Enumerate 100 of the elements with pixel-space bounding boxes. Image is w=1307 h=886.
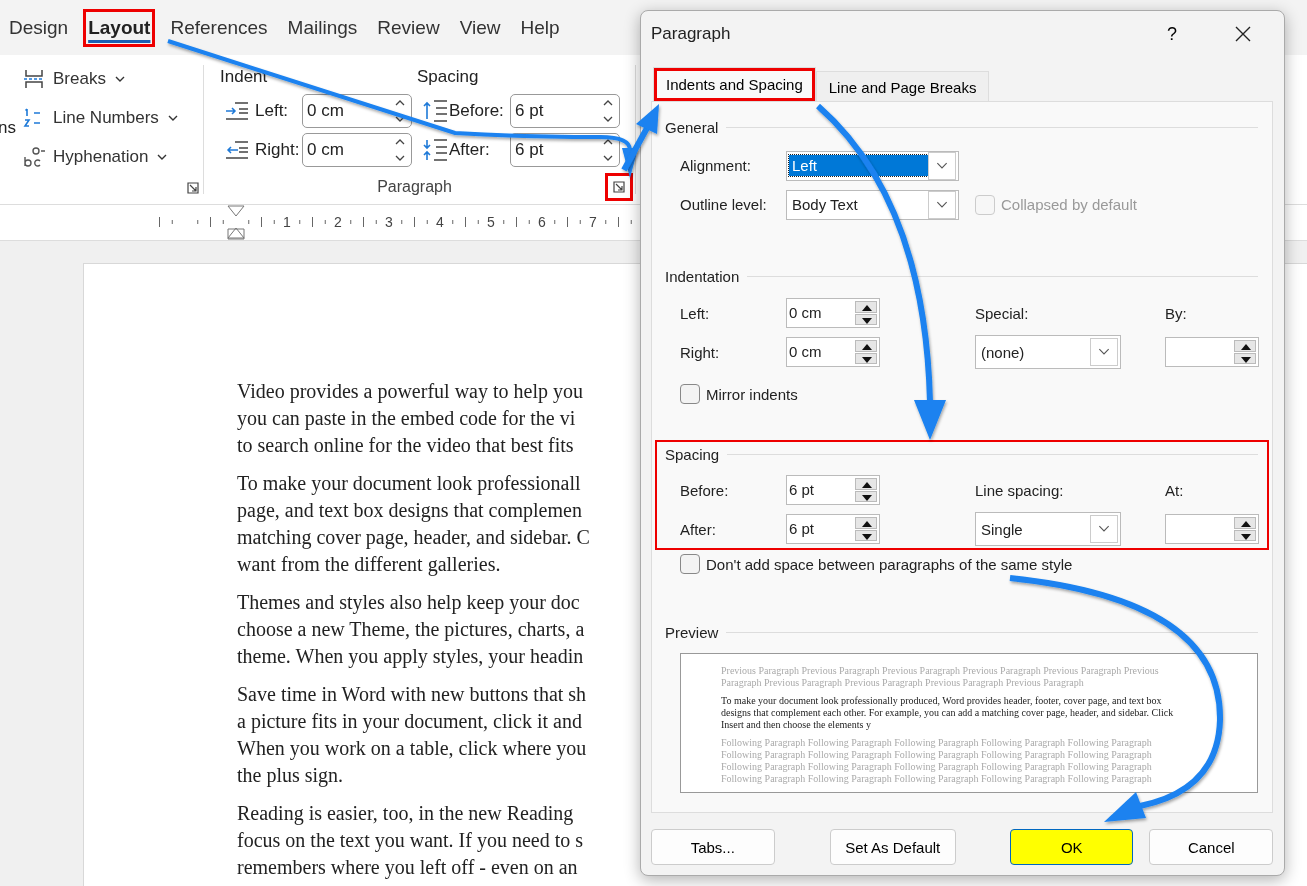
line-spacing-dropdown[interactable]: Single bbox=[975, 512, 1121, 546]
checkbox-label: Collapsed by default bbox=[1001, 196, 1137, 213]
ruler-number: 5 bbox=[487, 214, 495, 230]
dialog-launcher-icon bbox=[187, 182, 199, 194]
field-label: Before: bbox=[680, 481, 730, 499]
ruler-number: 3 bbox=[385, 214, 393, 230]
checkbox-label: Mirror indents bbox=[706, 385, 798, 403]
field-label: After: bbox=[448, 140, 491, 160]
ruler-number: 4 bbox=[436, 214, 444, 230]
spin-arrows-icon[interactable] bbox=[603, 99, 613, 123]
document-text-line: To make your document look professionall bbox=[237, 471, 581, 497]
document-text-line: choose a new Theme, the pictures, charts, a bbox=[237, 617, 585, 643]
document-text-line: Reading is easier, too, in the new Reading bbox=[237, 801, 574, 827]
ruler-number: 6 bbox=[538, 214, 546, 230]
ruler-number: 7 bbox=[589, 214, 597, 230]
dialog-tab[interactable]: Indents and Spacing bbox=[653, 67, 816, 101]
checkbox-label: Don't add space between paragraphs of the same style bbox=[706, 555, 1073, 573]
ribbon-tab[interactable]: Help bbox=[515, 8, 565, 47]
spin-field[interactable]: 6 pt bbox=[786, 514, 880, 544]
document-text-line: Themes and styles also help keep your doc bbox=[237, 590, 580, 616]
dialog-button[interactable]: Tabs... bbox=[651, 829, 775, 865]
ribbon-tab[interactable]: View bbox=[454, 8, 506, 47]
ribbon-tab[interactable]: Layout bbox=[83, 8, 156, 47]
chevron-down-icon bbox=[114, 76, 125, 82]
field-label: Right: bbox=[254, 140, 301, 160]
ribbon-dropdown-button[interactable]: Hyphenation bbox=[22, 143, 168, 171]
ribbon-dropdown-button[interactable]: Breaks bbox=[22, 65, 125, 93]
spin-field[interactable]: 6 pt bbox=[786, 475, 880, 505]
section-heading: Spacing bbox=[665, 444, 1258, 464]
space-before-icon bbox=[422, 100, 448, 122]
hyphenation-icon bbox=[22, 145, 46, 169]
spacing-spin-field[interactable]: 6 pt bbox=[510, 94, 620, 128]
dialog-title: Paragraph bbox=[651, 24, 732, 44]
indent-heading: Indent bbox=[220, 66, 269, 88]
help-button[interactable]: ? bbox=[1159, 19, 1185, 49]
document-text-line: Video provides a powerful way to help you bbox=[237, 379, 583, 405]
special-dropdown[interactable]: (none) bbox=[975, 335, 1121, 369]
ribbon-dropdown-button[interactable]: Line Numbers bbox=[22, 104, 178, 132]
chevron-down-icon bbox=[167, 115, 178, 121]
document-text-line: a picture fits in your document, click it and bbox=[237, 709, 582, 735]
field-label: Left: bbox=[254, 101, 290, 121]
dialog-launcher-button[interactable] bbox=[605, 173, 633, 201]
alignment-dropdown[interactable]: Left bbox=[786, 150, 959, 181]
document-text-line: to search online for the video that best fits bbox=[237, 433, 574, 458]
spin-buttons[interactable] bbox=[853, 338, 879, 366]
dialog-button[interactable]: Set As Default bbox=[829, 829, 956, 865]
spin-buttons[interactable] bbox=[853, 299, 879, 327]
ruler-number: 1 bbox=[283, 214, 291, 230]
spin-arrows-icon[interactable] bbox=[395, 138, 405, 162]
dialog-button[interactable]: OK bbox=[1010, 829, 1134, 865]
section-heading: Preview bbox=[665, 622, 1258, 642]
dialog-button[interactable]: Cancel bbox=[1149, 829, 1273, 865]
section-heading: General bbox=[665, 117, 1258, 137]
spin-field[interactable] bbox=[1165, 337, 1259, 367]
ribbon-tab[interactable]: References bbox=[165, 8, 273, 47]
spin-field[interactable]: 0 cm bbox=[786, 298, 880, 328]
spin-field[interactable] bbox=[1165, 514, 1259, 544]
spin-buttons[interactable] bbox=[1232, 338, 1258, 366]
spacing-heading: Spacing bbox=[416, 66, 480, 88]
checkbox[interactable] bbox=[680, 384, 700, 404]
group-label: Paragraph bbox=[376, 178, 453, 196]
indent-left-icon bbox=[225, 102, 249, 120]
dialog-launcher-button[interactable] bbox=[185, 180, 201, 196]
field-label: After: bbox=[680, 520, 717, 538]
ribbon-tab[interactable]: Mailings bbox=[282, 8, 363, 47]
document-text-line: the plus sign. bbox=[237, 763, 344, 789]
document-text-line: When you work on a table, click where you bbox=[237, 736, 587, 762]
document-text-line: matching cover page, header, and sidebar. C bbox=[237, 525, 590, 551]
dialog-tab[interactable]: Line and Page Breaks bbox=[815, 71, 990, 101]
page-break-icon bbox=[22, 67, 46, 91]
field-label: Left: bbox=[680, 304, 711, 322]
spin-arrows-icon[interactable] bbox=[395, 99, 405, 123]
ruler-number: 2 bbox=[334, 214, 342, 230]
preview-text: To make your document look professionally produced, Word provides header, footer, cover page, and text box designs that complement each other. For example, you can add a matching cover page, header, and sidebar. Click Insert and then choose the elements y bbox=[721, 695, 1175, 731]
chevron-down-icon bbox=[157, 154, 168, 160]
field-label: Outline level: bbox=[680, 196, 768, 213]
indent-spin-field[interactable]: 0 cm bbox=[302, 94, 412, 128]
field-label: At: bbox=[1165, 481, 1185, 499]
field-label: Line spacing: bbox=[975, 481, 1065, 499]
preview-text: Following Paragraph Following Paragraph Following Paragraph Following Paragraph Following Paragraph Following Paragraph Following Paragraph Following Paragraph Following Paragraph Following Paragraph Following Paragraph Following Paragraph Following Paragraph Following Paragraph Following Paragraph Following Paragraph Following Paragraph Following Paragraph Following Paragraph Following Paragraph bbox=[721, 737, 1153, 785]
ribbon-tab[interactable]: Design bbox=[4, 8, 74, 47]
document-text-line: you can paste in the embed code for the vi bbox=[237, 406, 576, 432]
spin-arrows-icon[interactable] bbox=[603, 138, 613, 162]
field-label: Before: bbox=[448, 101, 505, 121]
close-icon bbox=[1235, 26, 1251, 42]
space-after-icon bbox=[422, 139, 448, 161]
spin-buttons[interactable] bbox=[1232, 515, 1258, 543]
outline-level-dropdown[interactable]: Body Text bbox=[786, 189, 959, 220]
spin-field[interactable]: 0 cm bbox=[786, 337, 880, 367]
field-label: Alignment: bbox=[680, 157, 752, 174]
ribbon-tab[interactable]: Review bbox=[372, 8, 445, 47]
checkbox[interactable] bbox=[680, 554, 700, 574]
ribbon-label[interactable]: ns bbox=[0, 117, 16, 138]
section-heading: Indentation bbox=[665, 266, 1258, 286]
spin-buttons[interactable] bbox=[853, 515, 879, 543]
document-text-line: page, and text box designs that complemen bbox=[237, 498, 582, 524]
document-text-line: remembers where you left off - even on an bbox=[237, 855, 578, 881]
indent-spin-field[interactable]: 0 cm bbox=[302, 133, 412, 167]
spin-buttons[interactable] bbox=[853, 476, 879, 504]
dialog-launcher-icon bbox=[613, 181, 625, 193]
